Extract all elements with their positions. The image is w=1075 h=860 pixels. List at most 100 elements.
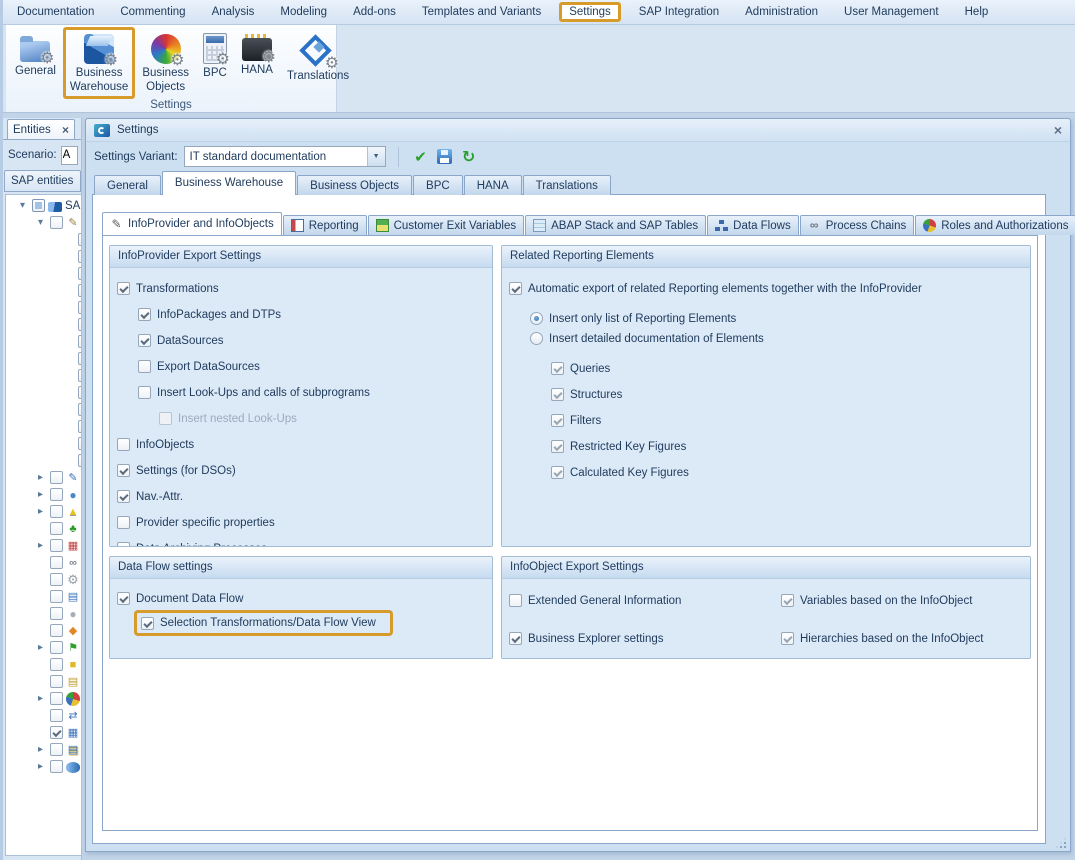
checkbox[interactable] (509, 282, 522, 295)
option-settings-for-dsos[interactable]: Settings (for DSOs) (110, 463, 492, 478)
inner-tab-reporting[interactable]: Reporting (283, 215, 367, 235)
inner-tab-roles-and-authorizations[interactable]: Roles and Authorizations (915, 215, 1075, 235)
tree-checkbox[interactable] (50, 743, 63, 756)
option-restricted-key-figures[interactable]: Restricted Key Figures (502, 439, 1030, 454)
checkbox[interactable] (159, 412, 172, 425)
ribbon-button-hana[interactable]: HANA (234, 27, 280, 83)
option-business-explorer-settings[interactable]: Business Explorer settings (502, 631, 774, 646)
menu-item-settings[interactable]: Settings (559, 2, 621, 22)
tree-checkbox[interactable] (78, 437, 81, 450)
chevron-right-icon[interactable] (34, 643, 47, 653)
menu-item-administration[interactable]: Administration (745, 6, 818, 18)
tree-item[interactable] (6, 333, 81, 350)
option-selection-transformations-data-flow-view[interactable]: Selection Transformations/Data Flow View (110, 610, 492, 636)
tree-item[interactable] (6, 758, 81, 775)
tree-checkbox[interactable] (50, 488, 63, 501)
checkbox[interactable] (138, 334, 151, 347)
checkbox[interactable] (551, 414, 564, 427)
menu-item-documentation[interactable]: Documentation (17, 6, 94, 18)
option-filters[interactable]: Filters (502, 413, 1030, 428)
tree-checkbox[interactable] (32, 199, 45, 212)
tree-item[interactable] (6, 605, 81, 622)
tree-checkbox[interactable] (50, 726, 63, 739)
window-close-icon[interactable]: × (1054, 123, 1062, 137)
option-insert-look-ups-and-calls-of-subprograms[interactable]: Insert Look-Ups and calls of subprograms (110, 385, 492, 400)
tab-entities[interactable]: Entities × (7, 119, 75, 140)
tree-item[interactable] (6, 707, 81, 724)
ribbon-button-translations[interactable]: Translations (280, 27, 356, 89)
chevron-down-icon[interactable] (34, 218, 47, 228)
tree-checkbox[interactable] (50, 658, 63, 671)
checkbox[interactable] (551, 440, 564, 453)
inner-tab-infoprovider-and-infoobjects[interactable]: InfoProvider and InfoObjects (102, 212, 282, 235)
chevron-right-icon[interactable] (34, 541, 47, 551)
tree-checkbox[interactable] (50, 709, 63, 722)
menu-item-analysis[interactable]: Analysis (212, 6, 255, 18)
tree-item[interactable] (6, 554, 81, 571)
tree-checkbox[interactable] (78, 403, 81, 416)
tree-checkbox[interactable] (50, 471, 63, 484)
checkbox[interactable] (141, 617, 154, 630)
tab-bpc[interactable]: BPC (413, 175, 463, 195)
tree-item[interactable] (6, 673, 81, 690)
tree-checkbox[interactable] (78, 284, 81, 297)
option-calculated-key-figures[interactable]: Calculated Key Figures (502, 465, 1030, 480)
tree-checkbox[interactable] (50, 692, 63, 705)
checkbox[interactable] (117, 516, 130, 529)
ribbon-button-business-warehouse[interactable]: Business Warehouse (63, 27, 135, 99)
radio-button[interactable] (530, 332, 543, 345)
option-provider-specific-properties[interactable]: Provider specific properties (110, 515, 492, 530)
tree-checkbox[interactable] (50, 641, 63, 654)
menu-item-sap-integration[interactable]: SAP Integration (639, 6, 719, 18)
tree-item[interactable] (6, 469, 81, 486)
apply-check-icon[interactable] (409, 146, 433, 168)
tree-item[interactable] (6, 248, 81, 265)
chevron-down-icon[interactable] (367, 147, 385, 166)
tree-item[interactable] (6, 401, 81, 418)
menu-item-user-management[interactable]: User Management (844, 6, 939, 18)
checkbox[interactable] (781, 594, 794, 607)
radio-insert-only-list-of-reporting-elements[interactable]: Insert only list of Reporting Elements (502, 311, 1030, 326)
tree-item[interactable] (6, 418, 81, 435)
tree-item[interactable] (6, 588, 81, 605)
checkbox[interactable] (509, 632, 522, 645)
tree-checkbox[interactable] (50, 760, 63, 773)
inner-tab-process-chains[interactable]: Process Chains (800, 215, 915, 235)
tree-checkbox[interactable] (78, 318, 81, 331)
option-insert-nested-look-ups[interactable]: Insert nested Look-Ups (110, 411, 492, 426)
inner-tab-abap-stack-and-sap-tables[interactable]: ABAP Stack and SAP Tables (525, 215, 706, 235)
tab-hana[interactable]: HANA (464, 175, 522, 195)
menu-item-help[interactable]: Help (965, 6, 989, 18)
tree-checkbox[interactable] (78, 386, 81, 399)
tree-item[interactable] (6, 639, 81, 656)
tree-item[interactable] (6, 265, 81, 282)
tree-item[interactable] (6, 452, 81, 469)
checkbox[interactable] (138, 360, 151, 373)
chevron-right-icon[interactable] (34, 473, 47, 483)
option-structures[interactable]: Structures (502, 387, 1030, 402)
checkbox[interactable] (781, 632, 794, 645)
checkbox[interactable] (117, 592, 130, 605)
tree-checkbox[interactable] (50, 573, 63, 586)
checkbox[interactable] (551, 388, 564, 401)
chevron-right-icon[interactable] (34, 762, 47, 772)
checkbox[interactable] (117, 542, 130, 547)
tree-checkbox[interactable] (78, 369, 81, 382)
resize-grip-icon[interactable] (1053, 835, 1067, 849)
option-document-data-flow[interactable]: Document Data Flow (110, 591, 492, 606)
chevron-right-icon[interactable] (34, 490, 47, 500)
tree-item[interactable] (6, 282, 81, 299)
tree-checkbox[interactable] (78, 301, 81, 314)
tree-item[interactable] (6, 214, 81, 231)
tree-item[interactable] (6, 656, 81, 673)
tree-item[interactable] (6, 435, 81, 452)
option-hierarchies-based-on-the-infoobject[interactable]: Hierarchies based on the InfoObject (774, 631, 1030, 646)
checkbox[interactable] (551, 362, 564, 375)
tab-translations[interactable]: Translations (523, 175, 611, 195)
tree-checkbox[interactable] (78, 352, 81, 365)
tree-checkbox[interactable] (50, 539, 63, 552)
option-infoobjects[interactable]: InfoObjects (110, 437, 492, 452)
radio-insert-detailed-documentation-of-elements[interactable]: Insert detailed documentation of Element… (502, 331, 1030, 346)
option-automatic-export-of-related-reporting-elements-together-with-the-infoprovider[interactable]: Automatic export of related Reporting el… (502, 281, 1030, 296)
tree-item[interactable] (6, 384, 81, 401)
